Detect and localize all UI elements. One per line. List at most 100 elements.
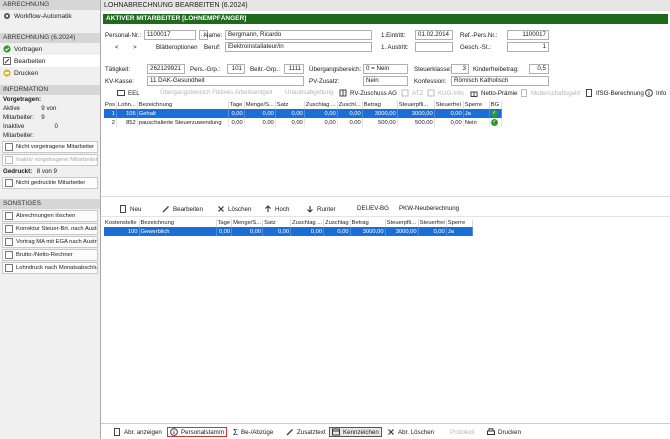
steuerklasse-field[interactable]: 3 [451, 64, 469, 74]
aktive-label: Aktive Mitarbeiter: [3, 105, 34, 121]
atz-button[interactable]: ATZ [401, 89, 423, 97]
ifsg-berechnung-button[interactable]: IfSG-Berechnung [585, 89, 644, 97]
column-header[interactable]: BG [489, 101, 502, 109]
column-header[interactable]: Zuschlag ... [304, 101, 338, 109]
nicht-vorgetragen-button[interactable]: Nicht vorgetragene Mitarbeiter [2, 141, 98, 153]
beitrgrp-field[interactable]: 1111 [284, 64, 304, 74]
kvkasse-field[interactable]: 11 DAK-Gesundheit [147, 76, 304, 86]
check-circle-icon: ✓ [490, 110, 498, 117]
column-header[interactable]: Bezeichnung [139, 219, 217, 227]
persgrp-label: Pers.-Grp.: [190, 66, 221, 73]
column-header[interactable]: Zuschlag [323, 219, 351, 227]
hoch-button[interactable]: Hoch [264, 205, 289, 213]
sidebar-sonstiges-item[interactable]: Vortrag MA mit EGA nach Austritt [2, 236, 98, 248]
zusatztext-button[interactable]: Zusatztext [284, 427, 328, 437]
table-row[interactable]: 1 105 Gehalt 0,00 0,00 0,00 0,00 0,00 3000,00 300… [104, 109, 502, 118]
next-employee-button[interactable]: > [133, 44, 137, 51]
loeschen-button[interactable]: Löschen [217, 205, 251, 213]
uebergangsbereich-button[interactable]: Übergangsbereich Fiktives Arbeitsentgelt [160, 89, 272, 96]
kug-info-button[interactable]: KUG-Info [427, 89, 464, 97]
runter-button[interactable]: Runter [306, 205, 336, 213]
austritt-field[interactable] [415, 42, 453, 52]
button-label: Mutterschaftsgeld [531, 89, 580, 97]
gedruckt-value: 8 von 9 [36, 168, 57, 175]
button-label: Urlaubsabgeltung [285, 89, 334, 96]
sidebar-sonstiges-item[interactable]: Abrechnungen löschen [2, 210, 98, 222]
button-label: RV-Zuschuss AG [350, 89, 397, 97]
deuev-bg-button[interactable]: DEUEV-BG [357, 205, 389, 212]
table-cell: 3000,00 [350, 227, 386, 236]
eel-button[interactable]: EEL [117, 89, 140, 97]
drucken-button[interactable]: Drucken [485, 427, 523, 437]
column-header[interactable]: Tage [228, 101, 245, 109]
bearbeiten-button[interactable]: Bearbeiten [162, 205, 203, 213]
blaetteroptionen-button[interactable]: Blätteroptionen [156, 44, 198, 51]
name-field[interactable]: Bergmann, Ricardo [225, 30, 372, 40]
column-header[interactable]: Sperre [463, 101, 490, 109]
column-header[interactable]: Sperre [446, 219, 473, 227]
urlaubsabgeltung-button[interactable]: Urlaubsabgeltung [285, 89, 334, 96]
beruf-field[interactable]: Elektroinstallateur/in [225, 42, 372, 52]
abr-loeschen-button[interactable]: Abr. Löschen [385, 427, 436, 437]
column-header[interactable]: Kostenstelle [104, 219, 140, 227]
column-header[interactable]: Steuerpfli... [385, 219, 419, 227]
sidebar-sonstiges-item[interactable]: Lohndruck nach Monatsabschluss [2, 262, 98, 274]
rv-zuschuss-button[interactable]: RV-Zuschuss AG [339, 89, 397, 97]
protokoll-button[interactable]: Protokoll [448, 427, 476, 437]
column-header[interactable]: Bezeichnung [137, 101, 229, 109]
table-cell: Gehalt [137, 109, 229, 118]
column-header[interactable]: Pos [104, 101, 117, 109]
netto-praemie-button[interactable]: Netto-Prämie [470, 89, 517, 97]
konfession-field[interactable]: Römisch Katholisch [451, 76, 549, 86]
column-header[interactable]: Lohn... [116, 101, 138, 109]
prev-employee-button[interactable]: < [115, 44, 119, 51]
kinderfrei-field[interactable]: 0,5 [529, 64, 549, 74]
column-header[interactable]: Steuerfrei [418, 219, 447, 227]
sidebar-section-sonstiges: SONSTIGES [0, 199, 100, 209]
taetigkeit-field[interactable]: 262129921 [147, 64, 185, 74]
table-cell: 0,00 [337, 118, 363, 127]
info-button[interactable]: Info [645, 89, 666, 97]
info-icon [645, 89, 653, 97]
button-label: Drucken [498, 428, 522, 436]
abr-anzeigen-button[interactable]: Abr. anzeigen [111, 427, 164, 437]
sidebar-item-drucken[interactable]: Drucken [0, 67, 100, 79]
personalstamm-button[interactable]: Personalstamm [167, 427, 227, 437]
uebergang-field[interactable]: 0 = Nein [363, 64, 408, 74]
mutterschaftsgeld-button[interactable]: Mutterschaftsgeld [520, 89, 580, 97]
column-header[interactable]: Steuerpfli... [397, 101, 435, 109]
column-header[interactable]: Tage [216, 219, 233, 227]
inaktiv-vorgetragen-button[interactable]: Inaktiv vorgetragene Mitarbeiter [2, 154, 98, 166]
button-label: Brutto-/Netto-Rechner [16, 252, 73, 258]
column-header[interactable]: Zuschlag ... [290, 219, 325, 227]
sidebar-item-bearbeiten[interactable]: Bearbeiten [0, 55, 100, 67]
refpers-field[interactable]: 1100017 [507, 30, 549, 40]
kennzeichen-button[interactable]: Kennzeichen [329, 427, 382, 437]
eintritt-field[interactable]: 01.02.2014 [415, 30, 453, 40]
column-header[interactable]: Zuschl... [337, 101, 363, 109]
column-header[interactable]: Betrag [350, 219, 386, 227]
table-row[interactable]: 100 Gewerblich 0,00 0,00 0,00 0,00 0,00 3000,00… [104, 227, 473, 236]
table-row[interactable]: 2 852 pauschalierte Steuerzuwendung 0,00 0,0… [104, 118, 502, 127]
column-header[interactable]: Satz [275, 101, 305, 109]
column-header[interactable]: Menge/S... [244, 101, 276, 109]
sidebar-sonstiges-item[interactable]: Korrektur Steuer-Brt. nach Austritt [2, 223, 98, 235]
pkw-neuberechnung-button[interactable]: PKW-Neuberechnung [399, 205, 459, 212]
button-label: Nicht gedruckte Mitarbeiter [16, 180, 86, 186]
geschst-field[interactable]: 1 [507, 42, 549, 52]
pvzusatz-field[interactable]: Nein [363, 76, 408, 86]
persgrp-field[interactable]: 101 [227, 64, 245, 74]
neu-button[interactable]: Neu [119, 205, 141, 213]
column-header[interactable]: Betrag [362, 101, 398, 109]
steuerklasse-label: Steuerklasse: [414, 66, 452, 73]
sidebar-item-workflow[interactable]: Workflow-Automatik [0, 10, 100, 22]
column-header[interactable]: Menge/S... [231, 219, 264, 227]
nicht-gedruckt-button[interactable]: Nicht gedruckte Mitarbeiter [2, 177, 98, 189]
column-header[interactable]: Steuerfrei [434, 101, 464, 109]
list-icon [5, 212, 13, 220]
personal-nr-field[interactable]: 1100017 [144, 30, 196, 40]
be-abzuege-button[interactable]: Σ Be-/Abzüge [231, 427, 275, 437]
column-header[interactable]: Satz [262, 219, 292, 227]
sidebar-sonstiges-item[interactable]: Brutto-/Netto-Rechner [2, 249, 98, 261]
sidebar-item-vortragen[interactable]: Vortragen [0, 43, 100, 55]
